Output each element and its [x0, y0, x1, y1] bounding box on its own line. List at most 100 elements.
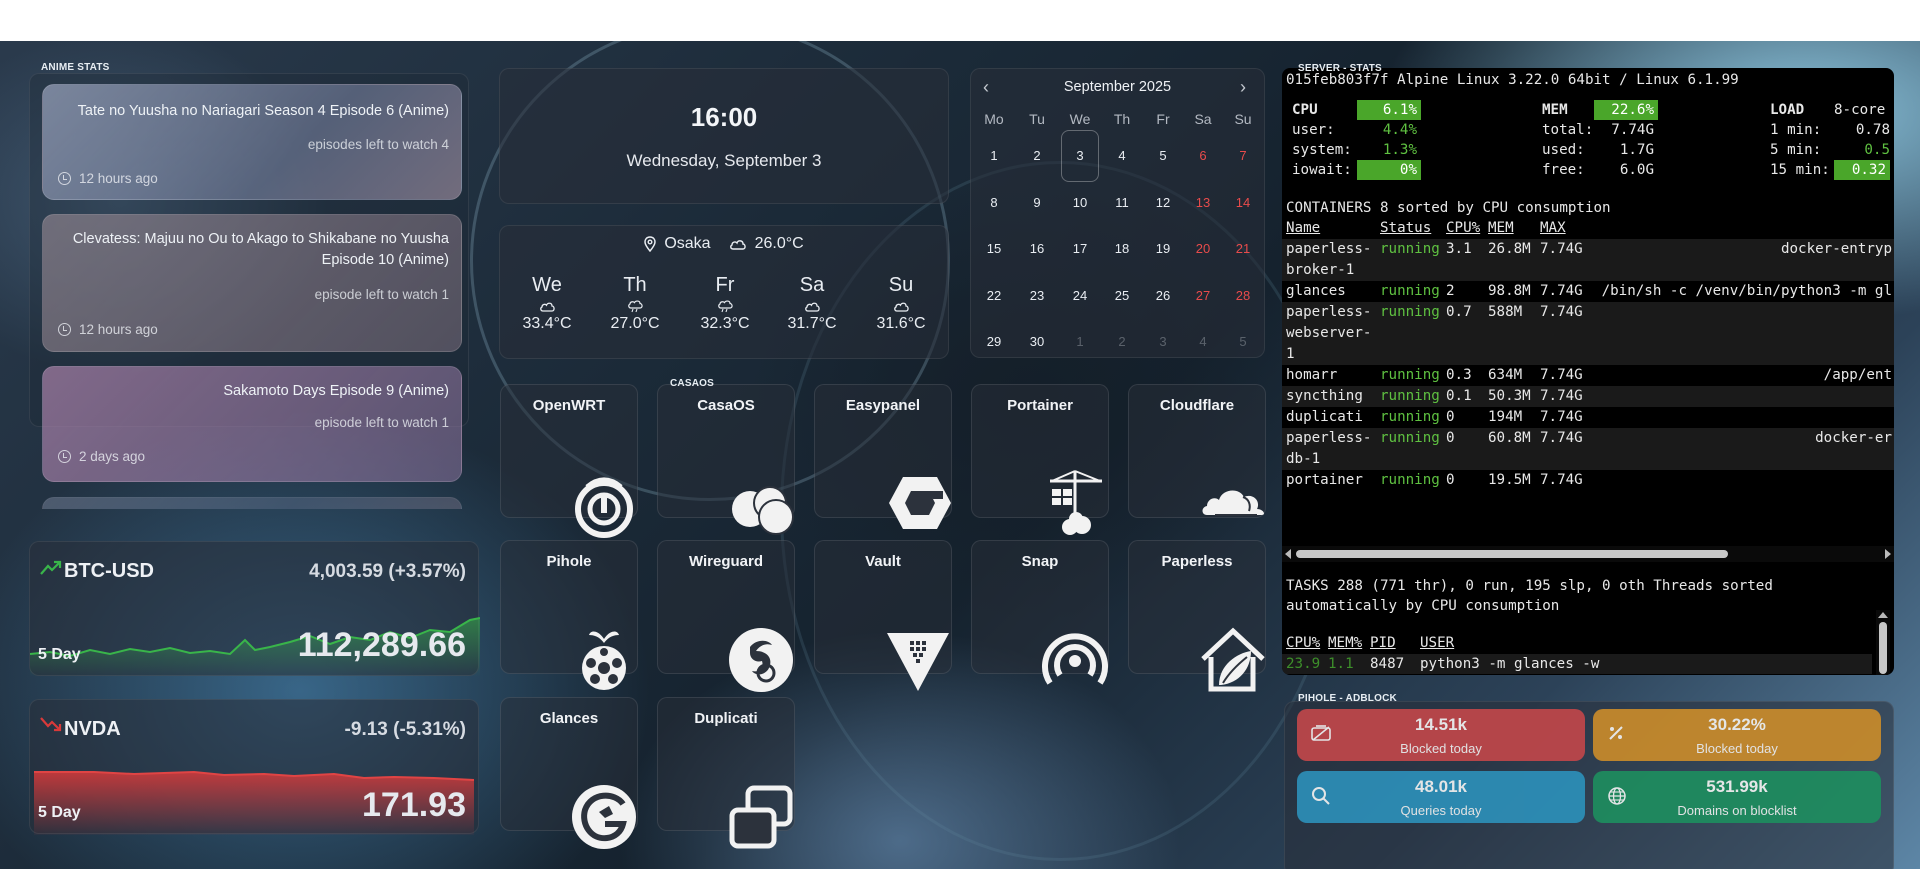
casaos-icon: [692, 427, 794, 535]
calendar-day[interactable]: 29: [974, 334, 1014, 349]
calendar-day[interactable]: 19: [1143, 241, 1183, 256]
calendar-day[interactable]: 18: [1102, 241, 1142, 256]
calendar-weekday: Tu: [1029, 111, 1045, 127]
app-tile-casaos[interactable]: CasaOS: [657, 384, 795, 535]
calendar-day[interactable]: 21: [1223, 241, 1263, 256]
calendar-day[interactable]: 2: [1017, 148, 1057, 163]
load-5min: 0.5: [1864, 142, 1890, 158]
calendar-day[interactable]: 7: [1223, 148, 1263, 163]
calendar-day[interactable]: 2: [1102, 334, 1142, 349]
anime-item[interactable]: Tate no Yuusha no Nariagari Season 4 Epi…: [42, 84, 462, 200]
app-tile-vault[interactable]: Vault: [814, 540, 952, 691]
app-tile-portainer[interactable]: Portainer: [971, 384, 1109, 535]
calendar-day[interactable]: 17: [1060, 241, 1100, 256]
glances-terminal[interactable]: 015feb803f7f Alpine Linux 3.22.0 64bit /…: [1282, 68, 1894, 675]
scrollbar-thumb[interactable]: [1879, 622, 1887, 674]
container-mem: 194M: [1488, 409, 1523, 425]
scrollbar-thumb[interactable]: [1296, 550, 1728, 558]
calendar-day[interactable]: 27: [1183, 288, 1223, 303]
container-header: MEM: [1488, 220, 1514, 236]
container-max: 7.74G: [1540, 367, 1583, 383]
app-tile-wireguard[interactable]: Wireguard: [657, 540, 795, 692]
calendar-day[interactable]: 23: [1017, 288, 1057, 303]
calendar-day[interactable]: 1: [974, 148, 1014, 163]
vertical-scrollbar[interactable]: [1876, 610, 1890, 675]
load-5min-label: 5 min:: [1770, 142, 1822, 158]
calendar-day[interactable]: 5: [1223, 334, 1263, 349]
calendar-day[interactable]: 4: [1102, 148, 1142, 163]
calendar-day[interactable]: 6: [1183, 148, 1223, 163]
pihole-stat-card[interactable]: 48.01k Queries today: [1297, 771, 1585, 823]
calendar-day[interactable]: 30: [1017, 334, 1057, 349]
container-row[interactable]: [1282, 365, 1894, 386]
calendar-month: September 2025: [1063, 79, 1172, 95]
anime-item[interactable]: Sakamoto Days Episode 9 (Anime) episode …: [42, 366, 462, 482]
calendar-day[interactable]: 9: [1017, 195, 1057, 210]
app-tile-paperless[interactable]: Paperless: [1128, 540, 1266, 692]
container-row[interactable]: [1282, 302, 1894, 365]
container-name: homarr: [1286, 367, 1338, 383]
calendar-day[interactable]: 10: [1060, 195, 1100, 210]
mem-total-label: total:: [1542, 122, 1594, 138]
container-max: 7.74G: [1540, 388, 1583, 404]
container-cpu: 3.1: [1446, 241, 1472, 257]
app-tile-openwrt[interactable]: OpenWRT: [500, 384, 638, 538]
scroll-up-arrow-icon[interactable]: [1878, 612, 1888, 618]
container-row[interactable]: [1282, 428, 1894, 470]
calendar-day[interactable]: 4: [1183, 334, 1223, 349]
anime-item[interactable]: Clevatess: Majuu no Ou to Akago to Shika…: [42, 214, 462, 352]
app-label: Pihole: [546, 553, 592, 570]
calendar-day[interactable]: 8: [974, 195, 1014, 210]
app-tile-snap[interactable]: Snap: [971, 540, 1109, 685]
container-max: 7.74G: [1540, 241, 1583, 257]
forecast-day: Th 27.0°C: [600, 274, 670, 333]
pihole-stat-card[interactable]: 531.99k Domains on blocklist: [1593, 771, 1881, 823]
load-label: LOAD: [1770, 102, 1805, 118]
mem-free-label: free:: [1542, 162, 1585, 178]
scroll-left-arrow-icon[interactable]: [1285, 549, 1291, 559]
calendar-day[interactable]: 5: [1143, 148, 1183, 163]
calendar-day[interactable]: 20: [1183, 241, 1223, 256]
stock-card-nvda[interactable]: NVDA -9.13 (-5.31%) 171.93 5 Day: [29, 699, 479, 835]
horizontal-scrollbar[interactable]: [1282, 546, 1894, 562]
wireguard-icon: [692, 583, 793, 692]
process-header: PID: [1370, 635, 1396, 651]
pihole-stat-card[interactable]: 30.22% Blocked today: [1593, 709, 1881, 761]
container-mem: 98.8M: [1488, 283, 1531, 299]
calendar-day[interactable]: 3: [1143, 334, 1183, 349]
app-tile-duplicati[interactable]: Duplicati: [657, 697, 795, 849]
app-tile-cloudflare[interactable]: Cloudflare: [1128, 384, 1266, 518]
calendar-day[interactable]: 12: [1143, 195, 1183, 210]
app-tile-easypanel[interactable]: Easypanel: [814, 384, 952, 529]
calendar-day[interactable]: 22: [974, 288, 1014, 303]
calendar-day[interactable]: 13: [1183, 195, 1223, 210]
cpu-user-label: user:: [1292, 122, 1335, 138]
calendar-day[interactable]: 14: [1223, 195, 1263, 210]
calendar-day[interactable]: 1: [1060, 334, 1100, 349]
calendar-day[interactable]: 28: [1223, 288, 1263, 303]
calendar-day[interactable]: 11: [1102, 195, 1142, 210]
container-cpu: 0.7: [1446, 304, 1472, 320]
calendar-day[interactable]: 26: [1143, 288, 1183, 303]
calendar-day[interactable]: 24: [1060, 288, 1100, 303]
container-cpu: 0: [1446, 472, 1455, 488]
calendar-day[interactable]: 16: [1017, 241, 1057, 256]
stock-change: -9.13 (-5.31%): [344, 719, 466, 740]
container-row[interactable]: [1282, 407, 1894, 428]
forecast-temp: 32.3°C: [700, 315, 750, 332]
container-name: paperless-: [1286, 304, 1372, 320]
vault-icon: [849, 583, 949, 691]
stock-card-btc[interactable]: BTC-USD 4,003.59 (+3.57%) 112,289.66 5 D…: [29, 541, 480, 677]
cpu-system: 1.3%: [1382, 142, 1417, 158]
app-tile-pihole[interactable]: Pihole: [500, 540, 638, 690]
container-row[interactable]: [1282, 470, 1894, 491]
scroll-right-arrow-icon[interactable]: [1885, 549, 1891, 559]
app-label: Duplicati: [694, 710, 758, 727]
pihole-stat-value: 14.51k: [1415, 715, 1467, 734]
pihole-stat-card[interactable]: 14.51k Blocked today: [1297, 709, 1585, 761]
calendar-day[interactable]: 15: [974, 241, 1014, 256]
app-tile-glances[interactable]: Glances: [500, 697, 638, 849]
paperless-icon: [1163, 583, 1265, 692]
calendar-day[interactable]: 25: [1102, 288, 1142, 303]
container-row[interactable]: [1282, 386, 1894, 407]
